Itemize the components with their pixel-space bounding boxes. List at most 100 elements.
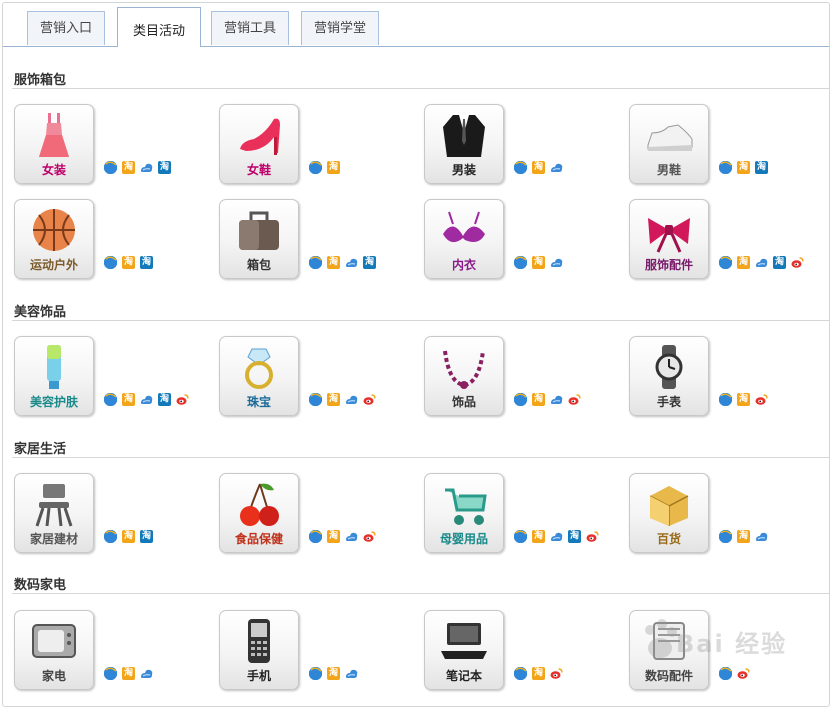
taobao-orange-icon[interactable]: 淘	[327, 256, 340, 269]
category-tile-sports-outdoor[interactable]: 运动户外	[14, 199, 94, 279]
channel-icons: 淘淘	[104, 393, 194, 407]
weibo-icon[interactable]	[176, 393, 189, 406]
ie-browser-icon[interactable]	[514, 256, 527, 269]
chair-icon	[35, 484, 73, 527]
ie-browser-icon[interactable]	[104, 161, 117, 174]
ie-browser-icon[interactable]	[309, 393, 322, 406]
cloud-icon[interactable]	[755, 530, 768, 543]
taobao-orange-icon[interactable]: 淘	[327, 393, 340, 406]
category-label: 箱包	[246, 258, 271, 272]
taobao-blue-icon[interactable]: 淘	[363, 256, 376, 269]
high-heel-icon	[240, 118, 280, 155]
taobao-orange-icon[interactable]: 淘	[122, 393, 135, 406]
category-tile-watches[interactable]: 手表	[629, 336, 709, 416]
ie-browser-icon[interactable]	[719, 256, 732, 269]
category-tile-food-health[interactable]: 食品保健	[219, 473, 299, 553]
taobao-blue-icon[interactable]: 淘	[755, 161, 768, 174]
cloud-icon[interactable]	[345, 667, 358, 680]
taobao-orange-icon[interactable]: 淘	[327, 530, 340, 543]
taobao-orange-icon[interactable]: 淘	[532, 161, 545, 174]
category-tile-skincare[interactable]: 美容护肤	[14, 336, 94, 416]
channel-icons: 淘淘	[514, 530, 604, 544]
sneaker-icon	[647, 124, 693, 151]
taobao-blue-icon[interactable]: 淘	[568, 530, 581, 543]
taobao-orange-icon[interactable]: 淘	[532, 393, 545, 406]
category-tile-general-merchandise[interactable]: 百货	[629, 473, 709, 553]
category-tile-mother-baby[interactable]: 母婴用品	[424, 473, 504, 553]
category-item-watches: 手表 淘	[629, 336, 824, 420]
cloud-icon[interactable]	[345, 530, 358, 543]
taobao-orange-icon[interactable]: 淘	[327, 667, 340, 680]
weibo-icon[interactable]	[791, 256, 804, 269]
category-tile-womens-apparel[interactable]: 女装	[14, 104, 94, 184]
cloud-icon[interactable]	[345, 256, 358, 269]
category-tile-underwear[interactable]: 内衣	[424, 199, 504, 279]
taobao-orange-icon[interactable]: 淘	[122, 667, 135, 680]
cloud-icon[interactable]	[550, 256, 563, 269]
cloud-icon[interactable]	[550, 530, 563, 543]
ie-browser-icon[interactable]	[309, 667, 322, 680]
cloud-icon[interactable]	[755, 256, 768, 269]
cloud-icon[interactable]	[140, 393, 153, 406]
ie-browser-icon[interactable]	[104, 530, 117, 543]
cloud-icon[interactable]	[345, 393, 358, 406]
taobao-blue-icon[interactable]: 淘	[140, 530, 153, 543]
category-label: 珠宝	[246, 395, 271, 409]
weibo-icon[interactable]	[363, 530, 376, 543]
category-tile-appliances[interactable]: 家电	[14, 610, 94, 690]
ie-browser-icon[interactable]	[514, 393, 527, 406]
taobao-orange-icon[interactable]: 淘	[737, 393, 750, 406]
taobao-blue-icon[interactable]: 淘	[158, 393, 171, 406]
ie-browser-icon[interactable]	[719, 393, 732, 406]
category-tile-laptops[interactable]: 笔记本	[424, 610, 504, 690]
ie-browser-icon[interactable]	[104, 393, 117, 406]
ie-browser-icon[interactable]	[104, 256, 117, 269]
category-tile-apparel-accessories[interactable]: 服饰配件	[629, 199, 709, 279]
cloud-icon[interactable]	[140, 667, 153, 680]
taobao-blue-icon[interactable]: 淘	[773, 256, 786, 269]
category-tile-accessories[interactable]: 饰品	[424, 336, 504, 416]
taobao-orange-icon[interactable]: 淘	[737, 161, 750, 174]
taobao-orange-icon[interactable]: 淘	[532, 530, 545, 543]
cloud-icon[interactable]	[140, 161, 153, 174]
ie-browser-icon[interactable]	[104, 667, 117, 680]
category-tile-bags[interactable]: 箱包	[219, 199, 299, 279]
taobao-orange-icon[interactable]: 淘	[532, 256, 545, 269]
category-tile-mobile-phones[interactable]: 手机	[219, 610, 299, 690]
category-item-apparel-accessories: 服饰配件 淘 淘	[629, 199, 824, 283]
taobao-orange-icon[interactable]: 淘	[737, 256, 750, 269]
category-tile-mens-apparel[interactable]: 男装	[424, 104, 504, 184]
ie-browser-icon[interactable]	[309, 256, 322, 269]
taobao-orange-icon[interactable]: 淘	[737, 530, 750, 543]
channel-icons: 淘	[104, 667, 158, 681]
ie-browser-icon[interactable]	[514, 667, 527, 680]
taobao-orange-icon[interactable]: 淘	[122, 530, 135, 543]
tab-marketing-school[interactable]: 营销学堂	[301, 11, 379, 45]
taobao-orange-icon[interactable]: 淘	[327, 161, 340, 174]
weibo-icon[interactable]	[550, 667, 563, 680]
cloud-icon[interactable]	[550, 161, 563, 174]
weibo-icon[interactable]	[586, 530, 599, 543]
ie-browser-icon[interactable]	[514, 530, 527, 543]
category-tile-womens-shoes[interactable]: 女鞋	[219, 104, 299, 184]
weibo-icon[interactable]	[363, 393, 376, 406]
ie-browser-icon[interactable]	[719, 161, 732, 174]
weibo-icon[interactable]	[755, 393, 768, 406]
taobao-orange-icon[interactable]: 淘	[122, 161, 135, 174]
ie-browser-icon[interactable]	[309, 530, 322, 543]
category-tile-jewelry[interactable]: 珠宝	[219, 336, 299, 416]
ie-browser-icon[interactable]	[514, 161, 527, 174]
cloud-icon[interactable]	[550, 393, 563, 406]
weibo-icon[interactable]	[568, 393, 581, 406]
taobao-blue-icon[interactable]: 淘	[158, 161, 171, 174]
tab-marketing-tools[interactable]: 营销工具	[211, 11, 289, 45]
taobao-orange-icon[interactable]: 淘	[532, 667, 545, 680]
category-tile-home-building[interactable]: 家居建材	[14, 473, 94, 553]
ie-browser-icon[interactable]	[309, 161, 322, 174]
taobao-orange-icon[interactable]: 淘	[122, 256, 135, 269]
ie-browser-icon[interactable]	[719, 530, 732, 543]
category-tile-mens-shoes[interactable]: 男鞋	[629, 104, 709, 184]
tab-category-activity[interactable]: 类目活动	[117, 7, 201, 49]
taobao-blue-icon[interactable]: 淘	[140, 256, 153, 269]
tab-marketing-entry[interactable]: 营销入口	[27, 11, 105, 45]
